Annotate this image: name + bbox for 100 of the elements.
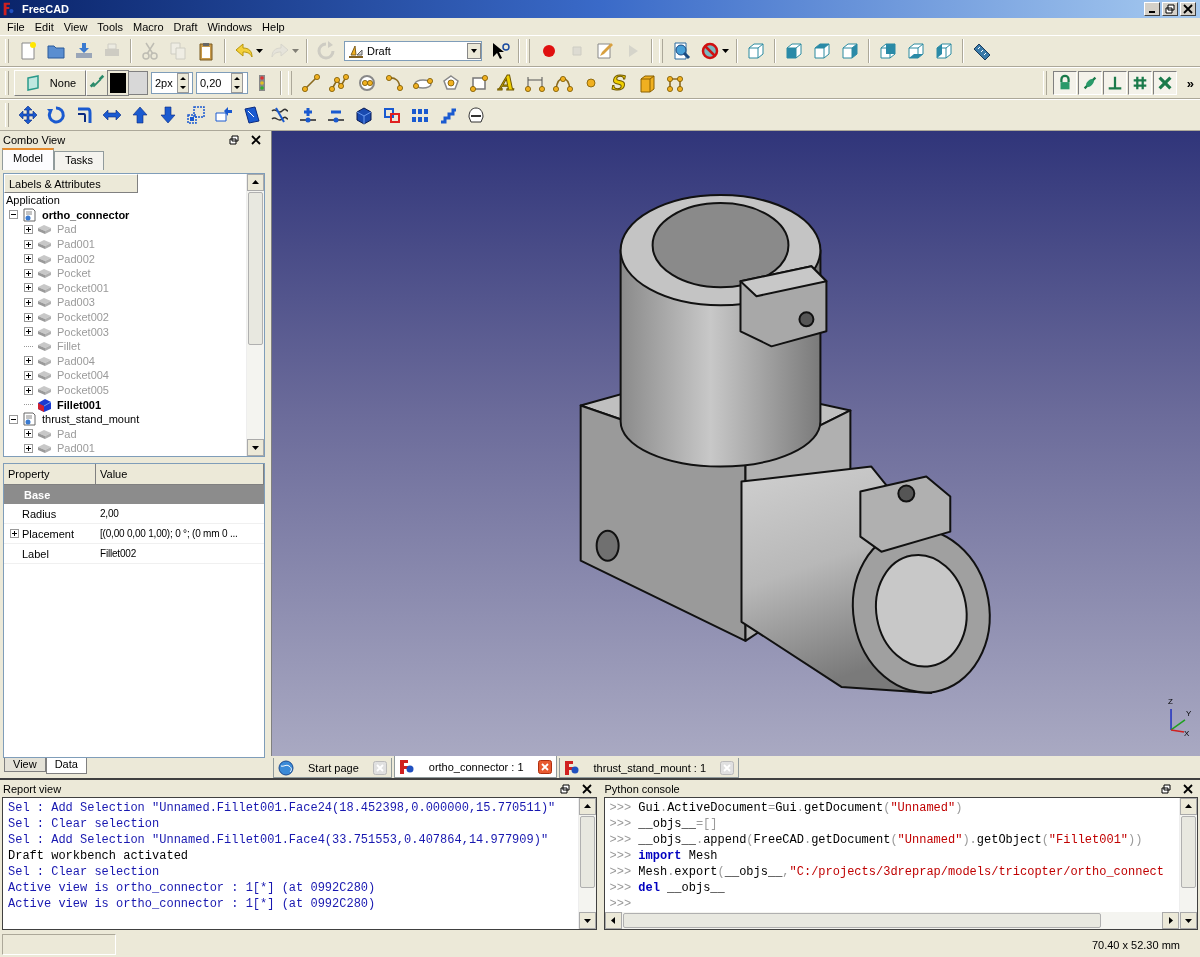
link-button[interactable] [86, 70, 108, 96]
close-icon[interactable] [251, 134, 261, 145]
part-model-drawing[interactable] [579, 194, 991, 694]
expand-toggle[interactable] [24, 429, 33, 439]
panel-tab[interactable]: Model [2, 148, 54, 170]
style-button[interactable]: None [14, 70, 86, 96]
scroll-left-button[interactable] [604, 912, 622, 929]
convert-icon[interactable] [214, 105, 234, 125]
expand-toggle[interactable] [24, 239, 33, 249]
document-icon[interactable] [22, 412, 37, 427]
clipboard-icon[interactable] [196, 41, 216, 61]
spin-arrows-icon[interactable] [176, 73, 189, 93]
expand-toggle[interactable] [24, 312, 33, 322]
panel-tab[interactable]: Tasks [53, 151, 105, 170]
property-value[interactable]: 2,00 [96, 508, 264, 519]
property-value[interactable]: [(0,00 0,00 1,00); 0 °; (0 mm 0 ... [96, 528, 264, 539]
tray-arrow-icon[interactable] [74, 41, 94, 61]
down-arrow-icon[interactable] [158, 105, 178, 125]
float-icon[interactable] [1161, 783, 1171, 794]
scroll-up-button[interactable] [1180, 798, 1197, 815]
magnifier-icon[interactable] [672, 41, 692, 61]
overlapping-squares-icon[interactable] [382, 105, 402, 125]
expand-toggle[interactable] [10, 529, 19, 538]
bezier-icon[interactable] [553, 73, 573, 93]
scroll-up-button[interactable] [247, 174, 264, 191]
scroll-thumb[interactable] [579, 816, 595, 888]
scroll-right-button[interactable] [1162, 912, 1179, 929]
line-width-spinbox[interactable]: 2px [151, 72, 193, 94]
arc-icon[interactable] [385, 73, 405, 93]
scrollbar[interactable] [246, 174, 264, 456]
document-tab[interactable]: thrust_stand_mount : 1 [558, 758, 740, 778]
panel-tab[interactable]: Data [45, 758, 87, 774]
menu-item[interactable]: Edit [29, 20, 59, 33]
panel-tab[interactable]: View [4, 758, 46, 772]
scale-icon[interactable] [186, 105, 206, 125]
document-icon[interactable] [22, 207, 37, 222]
menu-item[interactable]: Draft [168, 20, 203, 33]
float-icon[interactable] [559, 783, 570, 794]
expand-toggle[interactable] [24, 283, 33, 293]
column-header[interactable]: Value [96, 464, 264, 484]
3d-viewport[interactable]: Z Y X [271, 131, 1200, 756]
property-value[interactable]: Fillet002 [96, 548, 264, 559]
ruler-icon[interactable] [972, 41, 992, 61]
prohibited-icon[interactable] [700, 41, 720, 61]
workbench-dropdown[interactable]: Draft [344, 41, 482, 61]
snap-toggle[interactable] [1102, 71, 1127, 95]
expand-toggle[interactable] [9, 414, 18, 424]
line-color-button[interactable] [108, 71, 128, 95]
font-size-spinbox[interactable]: 0,20 [196, 72, 248, 94]
expand-toggle[interactable] [9, 210, 18, 220]
expand-toggle[interactable] [24, 225, 33, 234]
close-icon[interactable] [537, 759, 552, 774]
menu-item[interactable]: Help [257, 20, 290, 33]
add-point-icon[interactable] [298, 105, 318, 125]
scroll-thumb[interactable] [248, 192, 263, 346]
rectangle-icon[interactable] [469, 73, 489, 93]
curve-points-icon[interactable] [665, 73, 685, 93]
close-button[interactable] [1180, 2, 1196, 16]
sheet-icon[interactable] [242, 105, 262, 125]
expand-toggle[interactable] [24, 443, 33, 453]
snap-toggle[interactable] [1152, 71, 1177, 95]
restore-button[interactable] [1162, 2, 1178, 16]
scroll-up-button[interactable] [578, 798, 596, 815]
scrollbar[interactable] [1179, 798, 1197, 929]
menu-item[interactable]: View [58, 20, 93, 33]
minimize-button[interactable] [1144, 2, 1160, 16]
expand-toggle[interactable] [24, 268, 33, 278]
expand-toggle[interactable] [24, 254, 33, 264]
document-tab[interactable]: Start page [273, 758, 392, 778]
snap-toggle[interactable] [1077, 71, 1102, 95]
spin-arrows-icon[interactable] [231, 73, 243, 93]
scroll-down-button[interactable] [1180, 912, 1197, 929]
pointer-icon[interactable] [490, 41, 510, 61]
move-arrows-icon[interactable] [18, 105, 38, 125]
snap-toggle[interactable] [1127, 71, 1152, 95]
expand-toggle[interactable] [24, 356, 33, 366]
scrollbar[interactable] [577, 798, 596, 929]
snap-toggle[interactable] [1052, 71, 1077, 95]
tree-item[interactable]: thrust_stand_mount [42, 413, 140, 426]
expand-toggle[interactable] [24, 327, 33, 337]
scrollbar[interactable] [604, 912, 1179, 929]
column-header[interactable]: Property [4, 464, 96, 484]
menu-item[interactable]: File [2, 20, 30, 33]
close-icon[interactable] [1183, 783, 1193, 794]
cube-icon[interactable] [354, 105, 374, 125]
scroll-down-button[interactable] [247, 439, 264, 456]
up-arrow-icon[interactable] [130, 105, 150, 125]
document-tab[interactable]: ortho_connector : 1 [393, 756, 557, 778]
line-icon[interactable] [301, 73, 321, 93]
solid-icon[interactable] [37, 397, 52, 412]
menu-item[interactable]: Macro [128, 20, 169, 33]
polygon-icon[interactable] [441, 73, 461, 93]
column-header[interactable]: Labels & Attributes [4, 174, 138, 193]
face-color-button[interactable] [128, 71, 148, 95]
expand-toggle[interactable] [24, 297, 33, 307]
polyline-icon[interactable] [329, 73, 349, 93]
expand-toggle[interactable] [24, 385, 33, 395]
wave-lines-icon[interactable] [270, 105, 290, 125]
float-icon[interactable] [229, 134, 239, 145]
rotate-icon[interactable] [46, 105, 66, 125]
